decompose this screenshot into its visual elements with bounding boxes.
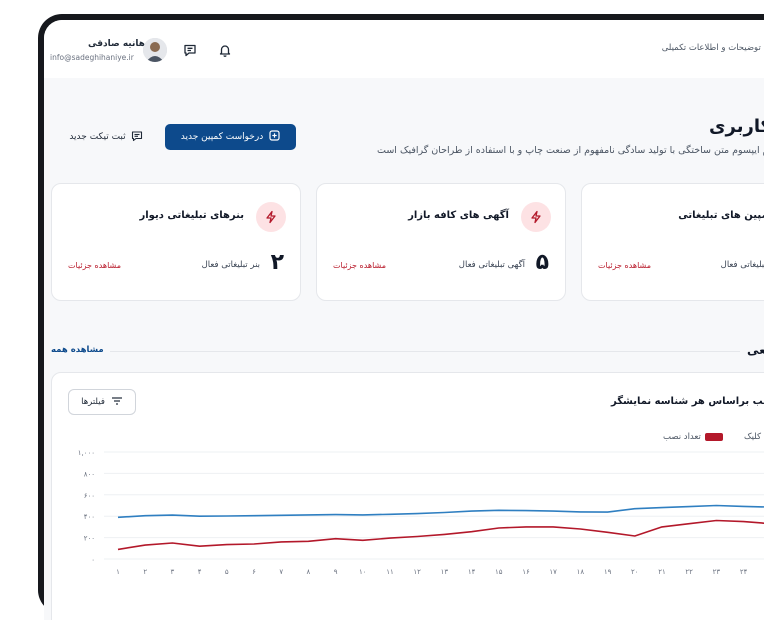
x-tick-label: ۲۱ <box>658 568 666 576</box>
x-tick-label: ۱۶ <box>522 568 530 576</box>
card-count: ۲ <box>270 250 284 275</box>
bolt-icon <box>521 202 551 232</box>
x-tick-label: ۳ <box>171 568 175 576</box>
card-title: آگهی های کافه بازار <box>408 210 509 221</box>
top-bar: هانیه صادقی info@sadeghihaniye.ir محل تو… <box>44 20 764 78</box>
card-count-label: بنر تبلیغاتی فعال <box>201 260 260 270</box>
y-tick-label: ۶۰۰ <box>84 492 95 500</box>
x-tick-label: ۲۰ <box>631 568 639 576</box>
card-divar-banners: بنرهای تبلیغاتی دیوار ۲ بنر تبلیغاتی فعا… <box>51 183 301 301</box>
plus-square-icon <box>269 130 280 144</box>
user-name: هانیه صادقی <box>88 39 145 49</box>
ticket-icon <box>131 130 143 145</box>
series-line-clicks <box>117 504 764 519</box>
x-tick-label: ۲۳ <box>713 568 721 576</box>
x-tick-label: ۶ <box>252 568 256 576</box>
chat-icon[interactable] <box>181 41 199 59</box>
card-count: ۵ <box>535 250 549 275</box>
x-tick-label: ۱۵ <box>495 568 503 576</box>
x-tick-label: ۴ <box>198 568 202 576</box>
x-tick-label: ۸ <box>307 568 311 576</box>
new-ticket-button[interactable]: ثبت تیکت جدید <box>58 124 154 150</box>
see-all-link[interactable]: مشاهده همه <box>51 345 104 355</box>
x-tick-label: ۱ <box>116 568 120 576</box>
legend-item-clicks: کلیک <box>744 432 761 442</box>
chart-card: فیلترها نمودار تعداد کلیک و نصب براساس ه… <box>51 372 764 620</box>
legend-label: تعداد نصب <box>663 432 701 442</box>
y-tick-label: ۱,۰۰۰ <box>78 449 95 457</box>
series-line-installs <box>117 519 764 551</box>
card-count-label: آگهی تبلیغاتی فعال <box>458 260 525 270</box>
page-title: پنل کاربری <box>709 116 764 137</box>
topbar-hint: محل توضیحات و اطلاعات تکمیلی <box>661 43 764 53</box>
x-tick-label: ۱۰ <box>359 568 367 576</box>
x-tick-label: ۲ <box>143 568 147 576</box>
y-tick-label: ۸۰۰ <box>84 470 95 478</box>
card-details-link[interactable]: مشاهده جزئیات <box>598 261 651 270</box>
card-title: بنرهای تبلیغاتی دیوار <box>139 210 245 221</box>
filters-label: فیلترها <box>81 397 105 407</box>
legend-item-installs: تعداد نصب <box>663 432 723 442</box>
card-campaigns: کمپین های تبلیغاتی ۳ کمپین تبلیغاتی فعال… <box>581 183 764 301</box>
x-tick-label: ۱۴ <box>468 568 476 576</box>
page-description: لورم ایپسوم متن ساختگی با تولید سادگی نا… <box>377 145 764 156</box>
bell-icon[interactable] <box>216 41 234 59</box>
y-tick-label: ۰ <box>91 556 95 564</box>
card-cafebazaar-ads: آگهی های کافه بازار ۵ آگهی تبلیغاتی فعال… <box>316 183 566 301</box>
x-tick-label: ۲۲ <box>685 568 693 576</box>
card-title: کمپین های تبلیغاتی <box>678 210 764 221</box>
x-tick-label: ۱۱ <box>386 568 394 576</box>
line-chart: ۰۲۰۰۴۰۰۶۰۰۸۰۰۱,۰۰۰۱ ۲ ۳ ۴ ۵ ۶ ۷ ۸ ۹ ۱۰ ۱۱ ۱۲ ۱۳ ۱۴ ۱۵ ۱… <box>78 449 764 576</box>
legend-label: کلیک <box>744 432 762 442</box>
x-tick-label: ۱۳ <box>441 568 449 576</box>
y-tick-label: ۴۰۰ <box>84 513 95 521</box>
filter-icon <box>111 396 123 409</box>
section-title: گزارش تجمعی <box>747 343 764 357</box>
card-details-link[interactable]: مشاهده جزئیات <box>68 261 121 270</box>
x-tick-label: ۱۸ <box>577 568 585 576</box>
new-campaign-button[interactable]: درخواست کمپین جدید <box>165 124 296 150</box>
y-tick-label: ۲۰۰ <box>84 535 95 543</box>
x-tick-label: ۵ <box>225 568 229 576</box>
chart-title: نمودار تعداد کلیک و نصب براساس هر شناسه … <box>611 396 764 407</box>
filters-button[interactable]: فیلترها <box>68 389 136 415</box>
avatar[interactable] <box>143 38 167 62</box>
section-divider <box>110 351 740 352</box>
x-tick-label: ۷ <box>279 568 283 576</box>
x-tick-label: ۱۹ <box>604 568 612 576</box>
legend-swatch-installs <box>704 433 723 441</box>
app-screen: هانیه صادقی info@sadeghihaniye.ir محل تو… <box>44 20 764 620</box>
bolt-icon <box>256 202 286 232</box>
x-tick-label: ۲۴ <box>740 568 748 576</box>
new-campaign-label: درخواست کمپین جدید <box>180 132 264 142</box>
x-tick-label: ۹ <box>334 568 338 576</box>
new-ticket-label: ثبت تیکت جدید <box>69 132 126 142</box>
card-count-label: کمپین تبلیغاتی فعال <box>720 260 764 270</box>
x-tick-label: ۱۲ <box>413 568 421 576</box>
card-details-link[interactable]: مشاهده جزئیات <box>333 261 386 270</box>
x-tick-label: ۱۷ <box>549 568 557 576</box>
user-email: info@sadeghihaniye.ir <box>50 53 134 62</box>
